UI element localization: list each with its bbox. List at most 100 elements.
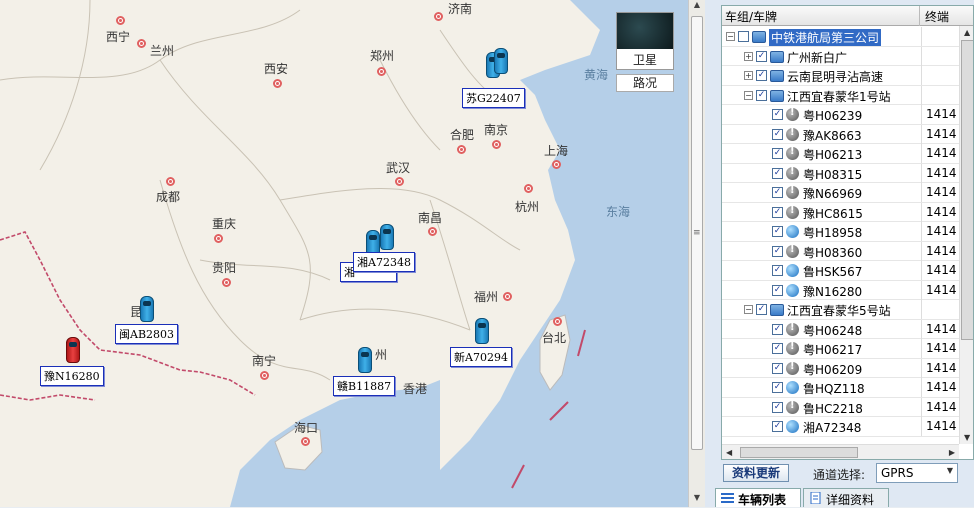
city-marker	[492, 140, 501, 149]
tree-vehicle-row[interactable]: ✓ 粤H18958 1414	[722, 222, 959, 242]
tree-vehicle-row[interactable]: ✓ 鲁HSK567 1414	[722, 261, 959, 281]
vehicle-marker[interactable]	[358, 347, 372, 373]
tree-group-row[interactable]: − 中铁港航局第三公司	[722, 27, 959, 47]
scroll-thumb[interactable]	[740, 447, 858, 458]
checkbox[interactable]: ✓	[772, 128, 783, 140]
splitter-grip-icon[interactable]: ≡	[693, 228, 701, 238]
checkbox[interactable]: ✓	[772, 421, 783, 432]
expand-icon[interactable]: +	[744, 51, 753, 61]
vehicle-tree[interactable]: 车组/车牌 终端 − 中铁港航局第三公司 + ✓ 广州新白广 + ✓ 云南昆明寻沾高速 − ✓ 江西…	[721, 5, 974, 460]
checkbox[interactable]: ✓	[772, 187, 783, 198]
vehicle-marker[interactable]	[140, 296, 154, 322]
tree-item-label: 湘A72348	[803, 421, 862, 435]
tree-vehicle-row[interactable]: ✓ 粤H06239 1414	[722, 105, 959, 125]
channel-value: GPRS	[881, 466, 914, 480]
channel-select[interactable]: GPRS ▼	[876, 463, 958, 483]
tree-vehicle-row[interactable]: ✓ 豫AK8663 1414	[722, 124, 959, 144]
checkbox[interactable]: ✓	[772, 343, 783, 354]
tree-group-row[interactable]: + ✓ 广州新白广	[722, 46, 959, 66]
city-label: 海口	[294, 421, 319, 435]
collapse-icon[interactable]: −	[726, 32, 735, 41]
terminal-cell: 1414	[921, 163, 959, 183]
scroll-up-arrow-icon[interactable]: ▲	[964, 28, 970, 37]
offline-status-icon	[786, 244, 799, 258]
vehicle-marker[interactable]	[66, 337, 80, 363]
scroll-thumb[interactable]	[961, 40, 973, 340]
checkbox[interactable]: ✓	[772, 167, 783, 179]
map-scrollbar[interactable]: ▲ ≡ ▼	[688, 0, 705, 507]
sea-label: 黄海	[584, 68, 609, 82]
column-header-terminal[interactable]: 终端	[921, 6, 973, 26]
satellite-layer-button[interactable]: 卫星	[616, 12, 674, 70]
vehicle-plate-label[interactable]: 苏G22407	[462, 88, 525, 108]
traffic-layer-button[interactable]: 路况	[616, 74, 674, 92]
tree-item-label: 豫AK8663	[803, 128, 862, 143]
city-marker	[273, 79, 282, 88]
tree-vehicle-row[interactable]: ✓ 鲁HQZ118 1414	[722, 378, 959, 398]
tree-group-row[interactable]: + ✓ 云南昆明寻沾高速	[722, 66, 959, 86]
tree-vehicle-row[interactable]: ✓ 粤H08315 1414	[722, 163, 959, 183]
update-data-button[interactable]: 资料更新	[723, 464, 789, 482]
vehicle-marker[interactable]	[475, 318, 489, 344]
tree-vehicle-row[interactable]: ✓ 豫N66969 1414	[722, 183, 959, 203]
tree-vehicle-row[interactable]: ✓ 粤H06209 1414	[722, 358, 959, 378]
scroll-down-arrow-icon[interactable]: ▼	[689, 493, 705, 507]
checkbox[interactable]: ✓	[772, 148, 783, 159]
checkbox[interactable]: ✓	[772, 109, 783, 120]
channel-label: 通道选择:	[813, 468, 866, 482]
tree-item-label: 中铁港航局第三公司	[769, 29, 882, 46]
tab-vehicle-list[interactable]: 车辆列表	[715, 488, 801, 507]
vehicle-plate-label[interactable]: 湘A72348	[353, 252, 415, 272]
vehicle-marker[interactable]	[494, 48, 508, 74]
scroll-up-arrow-icon[interactable]: ▲	[689, 0, 705, 14]
terminal-cell	[921, 85, 959, 105]
vehicle-plate-label[interactable]: 豫N16280	[40, 366, 104, 386]
scroll-left-arrow-icon[interactable]: ◀	[726, 448, 732, 457]
tree-vehicle-row[interactable]: ✓ 湘A72348 1414	[722, 417, 959, 437]
tree-group-row[interactable]: − ✓ 江西宜春蒙华5号站	[722, 300, 959, 320]
checkbox[interactable]: ✓	[756, 70, 767, 81]
vehicle-plate-label[interactable]: 闽AB2803	[115, 324, 179, 344]
scroll-right-arrow-icon[interactable]: ▶	[949, 448, 955, 457]
collapse-icon[interactable]: −	[744, 305, 753, 314]
tree-vehicle-row[interactable]: ✓ 粤H06217 1414	[722, 339, 959, 359]
checkbox[interactable]: ✓	[772, 226, 783, 237]
scroll-down-arrow-icon[interactable]: ▼	[964, 433, 970, 442]
vehicle-plate-label[interactable]: 赣B11887	[333, 376, 396, 396]
checkbox[interactable]: ✓	[772, 265, 783, 276]
checkbox[interactable]: ✓	[772, 245, 783, 257]
checkbox[interactable]: ✓	[772, 206, 783, 218]
city-label: 州	[375, 348, 388, 362]
checkbox[interactable]: ✓	[772, 382, 783, 393]
terminal-cell: 1414	[921, 378, 959, 397]
vehicle-marker[interactable]	[380, 224, 394, 250]
column-header-vehicle[interactable]: 车组/车牌	[722, 6, 920, 26]
tree-vehicle-row[interactable]: ✓ 鲁HC2218 1414	[722, 397, 959, 417]
tree-group-row[interactable]: − ✓ 江西宜春蒙华1号站	[722, 85, 959, 105]
tree-vehicle-row[interactable]: ✓ 豫HC8615 1414	[722, 202, 959, 222]
checkbox[interactable]: ✓	[772, 284, 783, 296]
expand-icon[interactable]: +	[744, 71, 753, 80]
tree-vehicle-row[interactable]: ✓ 粤H08360 1414	[722, 241, 959, 261]
checkbox[interactable]: ✓	[756, 89, 767, 101]
tab-detail-info[interactable]: 详细资料	[803, 488, 889, 507]
tree-header: 车组/车牌 终端	[722, 6, 973, 26]
vehicle-plate-label[interactable]: 新A70294	[450, 347, 512, 367]
collapse-icon[interactable]: −	[744, 90, 753, 100]
map-view[interactable]: 黄海 东海 西宁 兰州 济南 西安 郑州 合肥 南京 武汉 上海 成都 杭州 重…	[0, 0, 688, 507]
tree-vehicle-row[interactable]: ✓ 粤H06248 1414	[722, 319, 959, 339]
checkbox[interactable]: ✓	[772, 401, 783, 413]
tree-item-label: 粤H18958	[803, 226, 863, 240]
checkbox[interactable]: ✓	[756, 50, 767, 62]
tree-horizontal-scrollbar[interactable]: ◀ ▶	[722, 444, 959, 459]
checkbox[interactable]: ✓	[772, 323, 783, 335]
city-marker	[377, 67, 386, 76]
terminal-cell: 1414	[921, 358, 959, 378]
checkbox[interactable]	[738, 31, 749, 42]
tree-vehicle-row[interactable]: ✓ 粤H06213 1414	[722, 144, 959, 164]
online-globe-icon	[786, 283, 799, 297]
checkbox[interactable]: ✓	[756, 304, 767, 315]
checkbox[interactable]: ✓	[772, 362, 783, 374]
tree-vertical-scrollbar[interactable]: ▲ ▼	[959, 26, 973, 444]
tree-vehicle-row[interactable]: ✓ 豫N16280 1414	[722, 280, 959, 300]
